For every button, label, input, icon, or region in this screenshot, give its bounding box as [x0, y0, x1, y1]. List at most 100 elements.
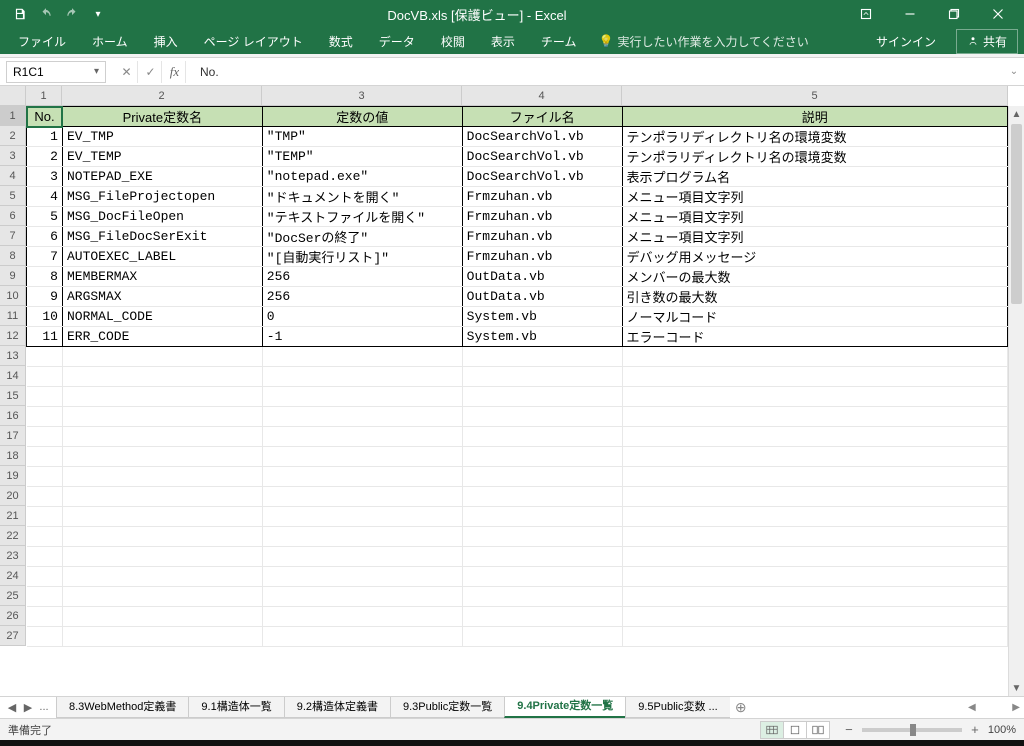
scroll-thumb[interactable] [1011, 124, 1022, 304]
cell[interactable]: "[自動実行リスト]" [262, 247, 462, 267]
cell[interactable] [27, 367, 63, 387]
cell[interactable]: NORMAL_CODE [62, 307, 262, 327]
cell[interactable]: 256 [262, 267, 462, 287]
cell[interactable]: EV_TMP [62, 127, 262, 147]
cell[interactable] [27, 507, 63, 527]
cell[interactable] [27, 447, 63, 467]
cell[interactable]: 11 [27, 327, 63, 347]
row-header[interactable]: 13 [0, 346, 25, 366]
sheet-tab[interactable]: 9.3Public定数一覧 [390, 697, 505, 718]
sheet-nav-prev-icon[interactable]: ◀ [4, 701, 20, 714]
cell[interactable]: 2 [27, 147, 63, 167]
row-header[interactable]: 3 [0, 146, 25, 166]
cell[interactable]: OutData.vb [462, 287, 622, 307]
cell[interactable] [62, 387, 262, 407]
cell[interactable]: 6 [27, 227, 63, 247]
cell[interactable] [62, 607, 262, 627]
cell[interactable] [27, 407, 63, 427]
cell[interactable]: デバッグ用メッセージ [622, 247, 1007, 267]
cell[interactable] [27, 467, 63, 487]
cell[interactable] [622, 487, 1007, 507]
cell[interactable]: 8 [27, 267, 63, 287]
cell[interactable]: DocSearchVol.vb [462, 127, 622, 147]
select-all-corner[interactable] [0, 86, 26, 106]
cell[interactable]: 表示プログラム名 [622, 167, 1007, 187]
cell[interactable]: テンポラリディレクトリ名の環境変数 [622, 147, 1007, 167]
row-header[interactable]: 6 [0, 206, 25, 226]
table-header-cell[interactable]: 説明 [622, 107, 1007, 127]
ribbon-display-options-icon[interactable] [844, 0, 888, 28]
row-header[interactable]: 15 [0, 386, 25, 406]
cell[interactable]: MEMBERMAX [62, 267, 262, 287]
cell[interactable]: AUTOEXEC_LABEL [62, 247, 262, 267]
zoom-out-button[interactable]: − [842, 722, 856, 737]
cell[interactable] [62, 347, 262, 367]
cell[interactable]: MSG_FileDocSerExit [62, 227, 262, 247]
cell[interactable] [262, 587, 462, 607]
cell[interactable] [622, 627, 1007, 647]
cell[interactable]: OutData.vb [462, 267, 622, 287]
share-button[interactable]: 共有 [956, 29, 1018, 54]
horizontal-scrollbar[interactable]: ◀▶ [964, 702, 1024, 713]
cell[interactable] [462, 467, 622, 487]
sheet-tab[interactable]: 9.1構造体一覧 [188, 697, 284, 718]
close-icon[interactable] [976, 0, 1020, 28]
cell[interactable]: System.vb [462, 327, 622, 347]
cell[interactable] [622, 447, 1007, 467]
row-header[interactable]: 8 [0, 246, 25, 266]
cell[interactable] [262, 547, 462, 567]
cell[interactable] [622, 387, 1007, 407]
cell[interactable] [62, 407, 262, 427]
col-header[interactable]: 4 [462, 86, 622, 105]
cell[interactable] [462, 607, 622, 627]
row-header[interactable]: 17 [0, 426, 25, 446]
cell[interactable] [622, 607, 1007, 627]
cell[interactable] [462, 427, 622, 447]
cell[interactable] [622, 547, 1007, 567]
table-header-cell[interactable]: 定数の値 [262, 107, 462, 127]
row-header[interactable]: 21 [0, 506, 25, 526]
cell[interactable]: System.vb [462, 307, 622, 327]
insert-function-icon[interactable]: fx [164, 61, 186, 83]
sheet-tab[interactable]: 9.2構造体定義書 [284, 697, 391, 718]
row-header[interactable]: 12 [0, 326, 25, 346]
minimize-icon[interactable] [888, 0, 932, 28]
row-header[interactable]: 7 [0, 226, 25, 246]
cell[interactable] [62, 487, 262, 507]
ribbon-tab-4[interactable]: 数式 [317, 29, 365, 54]
cell[interactable]: Frmzuhan.vb [462, 207, 622, 227]
cell[interactable] [262, 387, 462, 407]
cells-grid[interactable]: No.Private定数名定数の値ファイル名説明1EV_TMP"TMP"DocS… [26, 106, 1008, 696]
ribbon-tab-5[interactable]: データ [367, 29, 427, 54]
row-header[interactable]: 11 [0, 306, 25, 326]
sheet-tab[interactable]: 9.4Private定数一覧 [504, 697, 626, 718]
cell[interactable] [27, 567, 63, 587]
cell[interactable] [462, 347, 622, 367]
cell[interactable]: 9 [27, 287, 63, 307]
cell[interactable] [462, 367, 622, 387]
cell[interactable] [262, 567, 462, 587]
row-header[interactable]: 10 [0, 286, 25, 306]
cell[interactable] [622, 567, 1007, 587]
table-header-cell[interactable]: No. [27, 107, 63, 127]
cell[interactable] [27, 347, 63, 367]
cell[interactable]: NOTEPAD_EXE [62, 167, 262, 187]
cell[interactable] [262, 367, 462, 387]
undo-icon[interactable] [34, 2, 58, 26]
cell[interactable] [62, 467, 262, 487]
cell[interactable] [62, 527, 262, 547]
cell[interactable] [622, 347, 1007, 367]
sheet-overflow-icon[interactable]: ... [36, 701, 52, 714]
cell[interactable]: メンバーの最大数 [622, 267, 1007, 287]
expand-formula-bar-icon[interactable]: ⌄ [1004, 66, 1024, 77]
row-header[interactable]: 4 [0, 166, 25, 186]
cell[interactable]: 0 [262, 307, 462, 327]
table-header-cell[interactable]: Private定数名 [62, 107, 262, 127]
col-header[interactable]: 2 [62, 86, 262, 105]
customize-qat-icon[interactable]: ▾ [86, 2, 110, 26]
cell[interactable]: ERR_CODE [62, 327, 262, 347]
name-box[interactable]: R1C1 ▾ [6, 61, 106, 83]
cell[interactable] [462, 447, 622, 467]
restore-icon[interactable] [932, 0, 976, 28]
cell[interactable] [462, 527, 622, 547]
